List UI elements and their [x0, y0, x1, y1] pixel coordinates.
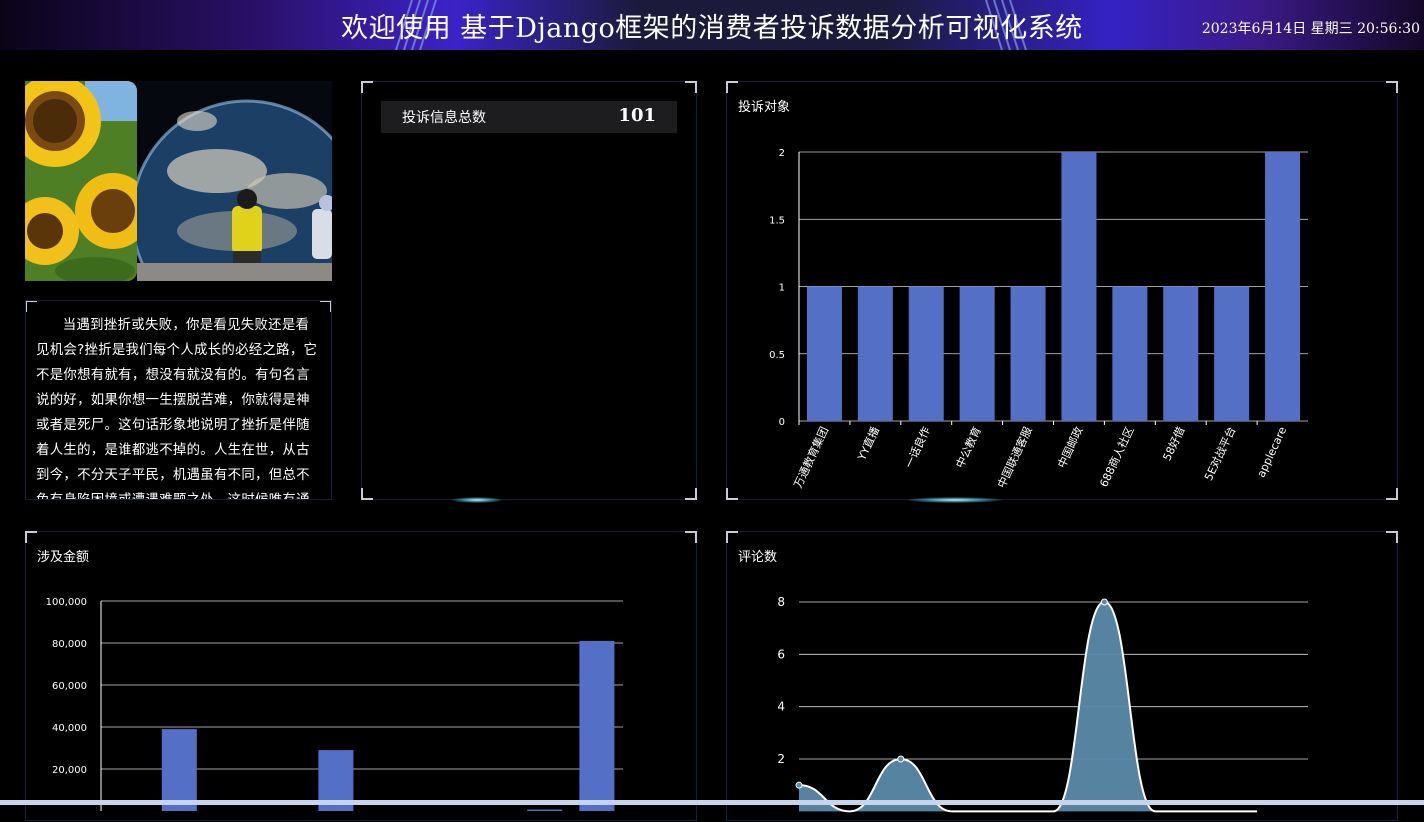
complaint-target-panel: 投诉对象 0 0.5 1 1.5 2 万通教育集团 YY直播 一话良作 中公教育 中国联通客服 中国…: [726, 81, 1399, 503]
y-tick-label: 4: [777, 700, 785, 714]
bar-amount: [527, 809, 563, 811]
bar-amount: [161, 729, 197, 811]
complaint-target-chart[interactable]: 0 0.5 1 1.5 2 万通教育集团 YY直播 一话良作 中公教育 中国联通客服 中国邮政 688…: [727, 82, 1399, 501]
bar-amount: [579, 640, 615, 811]
bottom-edge-strip: [0, 800, 1424, 805]
datetime-display: 2023年6月14日 星期三 20:56:30: [1201, 21, 1420, 37]
x-tick-label: 一话良作: [902, 424, 933, 470]
header-bar: 欢迎使用 基于Django框架的消费者投诉数据分析可视化系统 2023年6月14…: [0, 0, 1424, 50]
y-tick-label: 6: [777, 647, 785, 661]
bar-中国联通客服: [1010, 286, 1046, 421]
y-tick-label: 40,000: [52, 723, 87, 734]
x-tick-label: applecare: [1255, 425, 1290, 480]
data-point: [1100, 598, 1108, 606]
y-tick-label: 80,000: [52, 639, 87, 650]
bar-58好借: [1163, 286, 1199, 421]
bar-一话良作: [908, 286, 944, 421]
x-tick-label: 688商人社区: [1096, 424, 1136, 489]
comments-chart[interactable]: 2 4 6 8: [727, 532, 1399, 822]
y-tick-label: 0: [779, 417, 785, 428]
x-tick-label: 中国联通客服: [994, 424, 1035, 490]
total-label: 投诉信息总数: [402, 110, 486, 126]
bar-YY直播: [857, 286, 893, 421]
bar-5E对战平台: [1214, 286, 1250, 421]
image-carousel[interactable]: [25, 81, 332, 281]
y-tick-label: 1.5: [769, 215, 785, 226]
bar-applecare: [1265, 152, 1301, 421]
x-tick-label: 58好借: [1160, 424, 1188, 463]
data-point: [795, 781, 803, 789]
earth-illustration-image: [137, 81, 332, 281]
bar-中公教育: [959, 286, 995, 421]
bar-中国邮政: [1061, 152, 1097, 421]
x-tick-label: 5E对战平台: [1201, 424, 1238, 482]
y-tick-label: 0.5: [769, 350, 785, 361]
y-tick-label: 20,000: [52, 765, 87, 776]
total-panel: 投诉信息总数 101: [361, 81, 697, 503]
bar-万通教育集团: [806, 286, 842, 421]
y-tick-label: 1: [779, 283, 785, 294]
total-complaints-box: 投诉信息总数 101: [381, 101, 677, 133]
sunflower-image: [25, 81, 137, 281]
data-point: [897, 755, 905, 763]
y-tick-label: 60,000: [52, 681, 87, 692]
total-value: 101: [618, 105, 656, 126]
y-tick-label: 100,000: [46, 597, 87, 608]
amount-chart[interactable]: 20,000 40,000 60,000 80,000 100,000: [26, 532, 698, 822]
intro-paragraph: 当遇到挫折或失败，你是看见失败还是看见机会?挫折是我们每个人成长的必经之路，它不…: [36, 318, 318, 499]
x-tick-label: YY直播: [854, 424, 882, 463]
bar-688商人社区: [1112, 286, 1148, 421]
x-tick-label: 万通教育集团: [791, 424, 832, 490]
y-tick-label: 8: [777, 595, 785, 609]
intro-text-panel[interactable]: 当遇到挫折或失败，你是看见失败还是看见机会?挫折是我们每个人成长的必经之路，它不…: [25, 300, 332, 500]
comments-panel: 评论数 2468: [726, 531, 1398, 821]
y-tick-label: 2: [777, 752, 785, 766]
y-tick-label: 2: [779, 148, 785, 159]
amount-panel: 涉及金额 20,000 40,000 60,000 80,000 100,000: [25, 531, 697, 821]
x-tick-label: 中国邮政: [1054, 424, 1085, 470]
x-tick-label: 中公教育: [953, 424, 984, 470]
